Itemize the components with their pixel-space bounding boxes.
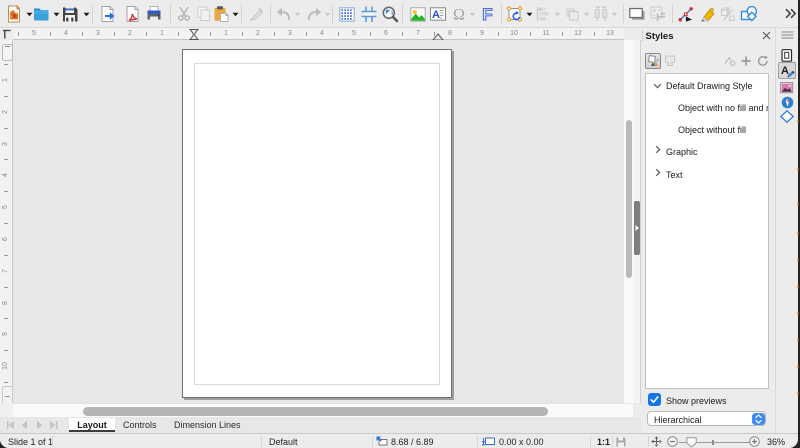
svg-text:F: F bbox=[482, 5, 492, 24]
svg-text:A: A bbox=[432, 9, 440, 21]
svg-text:Ω: Ω bbox=[453, 7, 465, 24]
svg-text:A: A bbox=[781, 65, 789, 77]
